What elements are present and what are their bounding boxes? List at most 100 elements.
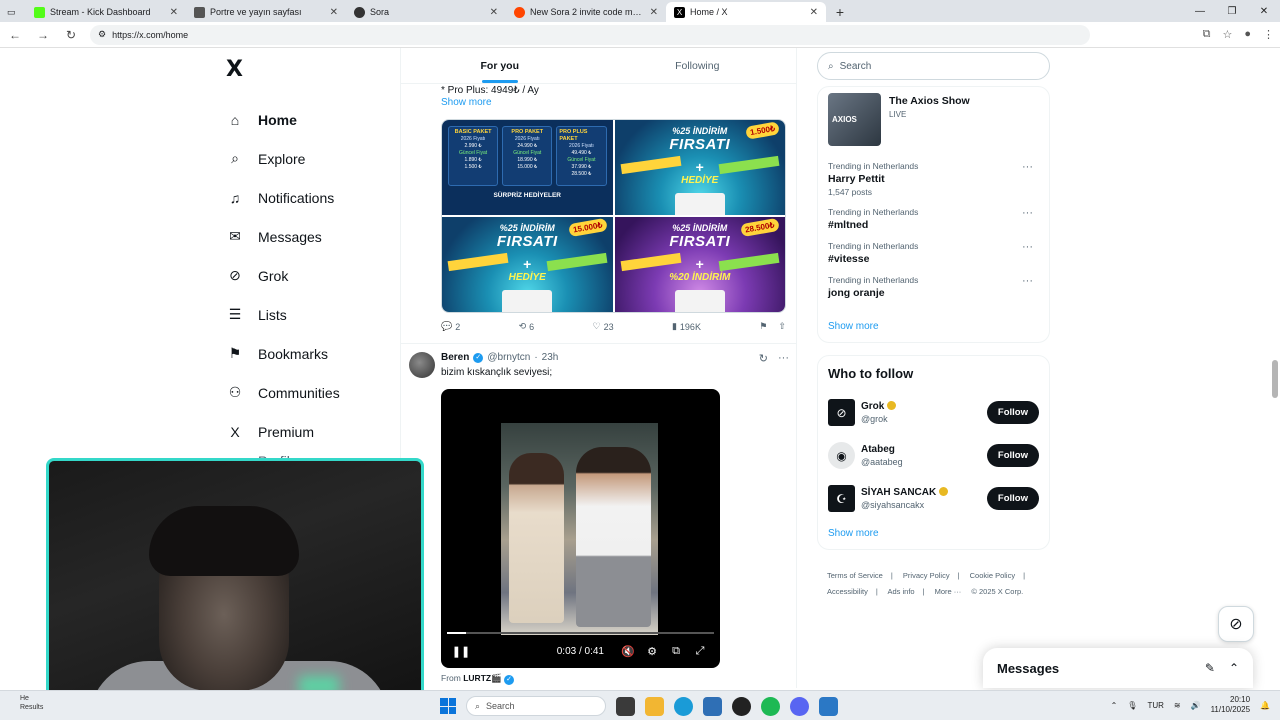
task-view-icon[interactable] (616, 696, 635, 716)
more-options-icon[interactable]: ··· (1022, 241, 1033, 253)
volume-icon[interactable]: 🔊 (1191, 701, 1201, 710)
footer-link[interactable]: More ··· (935, 587, 962, 596)
promo-image[interactable]: %25 İNDİRİM FIRSATI 28.500₺ + %20 İNDİRİ… (614, 217, 785, 312)
from-name[interactable]: LURTZ🎬 (463, 673, 501, 683)
nav-item-home[interactable]: ⌂ Home (222, 100, 402, 139)
repost-button[interactable]: ⟲ 6 (519, 321, 535, 332)
nav-item-messages[interactable]: ✉ Messages (222, 217, 402, 256)
language-indicator[interactable]: TUR (1147, 701, 1163, 710)
author-handle[interactable]: @brnytcn (487, 352, 530, 363)
promo-image[interactable]: %25 İNDİRİM FIRSATI 1.500₺ + HEDİYE (614, 120, 785, 215)
forward-arrow-icon[interactable]: → (34, 28, 52, 42)
nav-item-explore[interactable]: ⌕ Explore (222, 139, 402, 178)
post-time[interactable]: 23h (542, 352, 559, 363)
tab-close-icon[interactable]: ✕ (490, 7, 498, 18)
browser-tab[interactable]: Sora ✕ (346, 2, 506, 22)
grok-floating-button[interactable]: ⊘ (1218, 606, 1254, 642)
notifications-bell-icon[interactable]: 🔔 (1260, 701, 1270, 710)
tab-close-icon[interactable]: ✕ (810, 7, 818, 18)
follow-button[interactable]: Follow (986, 487, 1039, 510)
post-show-more-link[interactable]: Show more (401, 97, 796, 108)
menu-dots-icon[interactable]: ⋮ (1263, 28, 1274, 41)
new-message-icon[interactable]: ✎ (1205, 661, 1215, 675)
browser-tab-active[interactable]: X Home / X ✕ (666, 2, 826, 22)
reload-icon[interactable]: ↻ (62, 28, 80, 42)
follow-suggestion[interactable]: ⊘ Grok @grok Follow (828, 391, 1039, 434)
address-bar[interactable]: ⚙ https://x.com/home (90, 24, 1090, 45)
fullscreen-icon[interactable]: ⤢ (688, 645, 712, 658)
follow-button[interactable]: Follow (986, 401, 1039, 424)
chevron-up-icon[interactable]: ⌃ (1111, 701, 1118, 710)
nav-item-notifications[interactable]: ♫ Notifications (222, 178, 402, 217)
nav-item-bookmarks[interactable]: ⚑ Bookmarks (222, 334, 402, 373)
page-scrollbar[interactable] (1272, 360, 1278, 398)
store-icon[interactable] (703, 696, 722, 716)
x-logo-icon[interactable]: X (226, 56, 254, 84)
avatar[interactable]: ☪ (828, 485, 855, 512)
maximize-icon[interactable]: ❐ (1216, 0, 1248, 22)
footer-link[interactable]: Privacy Policy (903, 571, 950, 580)
video-player[interactable]: ❚❚ 0:03 / 0:41 🔇 ⚙ ⧉ ⤢ (441, 389, 720, 668)
extensions-icon[interactable]: ⧉ (1203, 28, 1211, 41)
reply-button[interactable]: 💬 2 (441, 321, 460, 332)
follow-suggestion[interactable]: ◉ Atabeg @aatabeg Follow (828, 434, 1039, 477)
views-button[interactable]: ▮ 196K (672, 321, 701, 332)
more-options-icon[interactable]: ··· (1022, 275, 1033, 287)
promo-image[interactable]: %25 İNDİRİM FIRSATI 15.000₺ + HEDİYE (442, 217, 613, 312)
tab-close-icon[interactable]: ✕ (170, 7, 178, 18)
follow-button[interactable]: Follow (986, 444, 1039, 467)
microphone-icon[interactable]: 🎙 (1127, 701, 1137, 710)
tab-for-you[interactable]: For you (401, 48, 599, 83)
nav-item-premium[interactable]: X Premium (222, 412, 402, 451)
trend-item[interactable]: Trending in Netherlands jong oranje ··· (828, 275, 1039, 299)
more-options-icon[interactable]: ··· (778, 352, 789, 365)
settings-icon[interactable]: ⚙ (640, 645, 664, 658)
more-options-icon[interactable]: ··· (1022, 207, 1033, 219)
follow-suggestion[interactable]: ☪ SİYAH SANCAK @siyahsancakx Follow (828, 477, 1039, 520)
browser-tab[interactable]: Portre ve yayın sayfası ✕ (186, 2, 346, 22)
footer-link[interactable]: Accessibility (827, 587, 868, 596)
more-options-icon[interactable]: ··· (1022, 161, 1033, 173)
pricing-image[interactable]: BASIC PAKET 2026 Fiyatı 2.990 ₺ Güncel F… (442, 120, 613, 215)
avatar[interactable] (409, 352, 435, 378)
trend-item[interactable]: Trending in Netherlands Harry Pettit 1,5… (828, 161, 1039, 197)
file-explorer-icon[interactable] (645, 696, 664, 716)
back-arrow-icon[interactable]: ← (6, 28, 24, 42)
grok-icon[interactable]: ⊘ (828, 399, 855, 426)
nav-item-lists[interactable]: ☰ Lists (222, 295, 402, 334)
site-info-icon[interactable]: ⚙ (98, 29, 106, 40)
follow-show-more-link[interactable]: Show more (828, 528, 1039, 539)
post-image-grid[interactable]: BASIC PAKET 2026 Fiyatı 2.990 ₺ Güncel F… (441, 119, 786, 313)
browser-tab[interactable]: Stream - Kick Dashboard ✕ (26, 2, 186, 22)
messages-drawer[interactable]: Messages ✎ ⌃ (983, 648, 1253, 688)
new-tab-button[interactable]: + (830, 2, 850, 22)
discord-icon[interactable] (790, 696, 809, 716)
minimize-icon[interactable]: — (1184, 0, 1216, 22)
mute-icon[interactable]: 🔇 (616, 645, 640, 658)
author-name[interactable]: Beren (441, 352, 469, 363)
like-button[interactable]: ♡ 23 (593, 321, 614, 332)
tab-following[interactable]: Following (599, 48, 797, 83)
pause-icon[interactable]: ❚❚ (449, 645, 473, 658)
tab-close-icon[interactable]: ✕ (650, 7, 658, 18)
spotify-icon[interactable] (761, 696, 780, 716)
footer-link[interactable]: Ads info (887, 587, 914, 596)
share-icon[interactable]: ⇧ (778, 321, 786, 332)
trend-item[interactable]: Trending in Netherlands #mltned ··· (828, 207, 1039, 231)
trend-item[interactable]: Trending in Netherlands #vitesse ··· (828, 241, 1039, 265)
obs-icon[interactable] (732, 696, 751, 716)
grok-explain-icon[interactable]: ↻ (759, 352, 768, 365)
app-icon[interactable] (819, 696, 838, 716)
star-icon[interactable]: ☆ (1222, 28, 1232, 41)
browser-tab[interactable]: New Sora 2 invite code megathre ✕ (506, 2, 666, 22)
footer-link[interactable]: Cookie Policy (970, 571, 1015, 580)
nav-item-grok[interactable]: ⊘ Grok (222, 256, 402, 295)
search-input[interactable]: ⌕ Search (817, 52, 1050, 80)
tab-close-icon[interactable]: ✕ (330, 7, 338, 18)
pip-icon[interactable]: ⧉ (664, 645, 688, 658)
video-progress-bar[interactable] (447, 632, 714, 634)
expand-icon[interactable]: ⌃ (1229, 661, 1239, 675)
footer-link[interactable]: Terms of Service (827, 571, 883, 580)
bookmark-icon[interactable]: ⚑ (759, 321, 767, 332)
tab-actions-button[interactable]: ▭ (0, 2, 26, 22)
